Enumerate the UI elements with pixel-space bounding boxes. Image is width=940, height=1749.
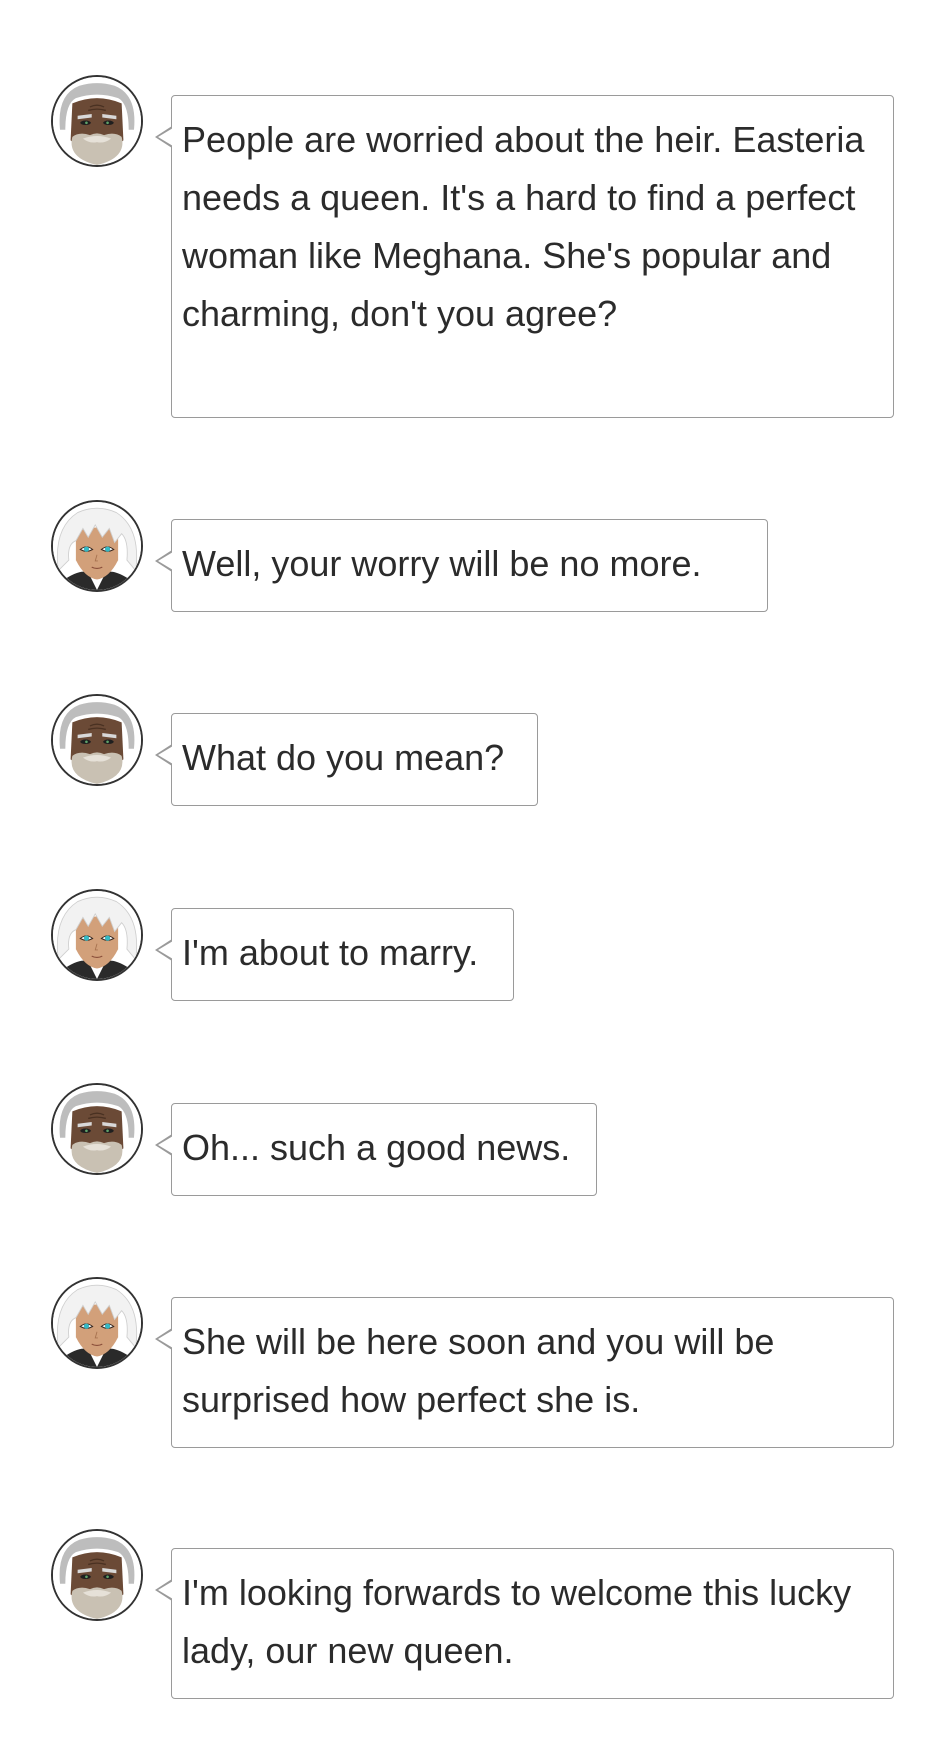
speech-bubble: I'm looking forwards to welcome this luc…: [155, 1548, 894, 1699]
speech-bubble: She will be here soon and you will be su…: [155, 1297, 894, 1448]
white-haired-man-icon: [51, 1277, 143, 1369]
speech-bubble: I'm about to marry.: [155, 908, 514, 1001]
elder-bearded-man-icon: [51, 1529, 143, 1621]
elder-bearded-man-icon: [51, 75, 143, 167]
elder-bearded-man-icon: [51, 694, 143, 786]
elder-bearded-man-icon: [51, 1083, 143, 1175]
speech-bubble: People are worried about the heir. Easte…: [155, 95, 894, 418]
white-haired-man-icon: [51, 500, 143, 592]
speech-bubble: What do you mean?: [155, 713, 538, 806]
speech-bubble: Oh... such a good news.: [155, 1103, 597, 1196]
speech-bubble: Well, your worry will be no more.: [155, 519, 768, 612]
white-haired-man-icon: [51, 889, 143, 981]
